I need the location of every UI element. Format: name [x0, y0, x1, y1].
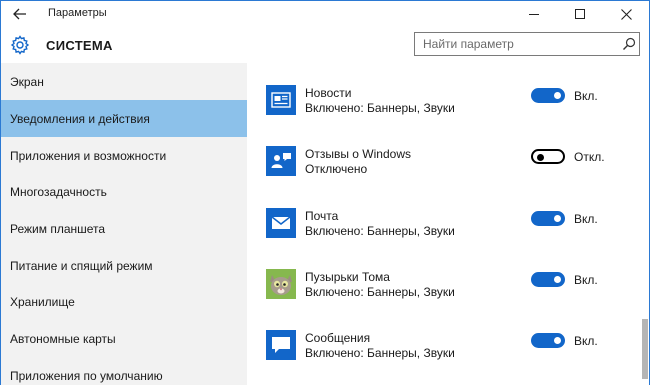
toggle-knob [554, 276, 561, 283]
talking-tom-icon [266, 269, 296, 299]
app-name: Почта [305, 209, 339, 223]
sidebar-item-tablet-mode[interactable]: Режим планшета [1, 210, 247, 247]
app-status: Включено: Баннеры, Звуки [305, 285, 455, 299]
close-icon [620, 8, 632, 20]
app-status: Включено: Баннеры, Звуки [305, 346, 455, 360]
toggle-label: Вкл. [574, 212, 598, 226]
toggle-label: Откл. [574, 150, 605, 164]
sidebar-item-label: Экран [10, 74, 44, 89]
sidebar-item-storage[interactable]: Хранилище [1, 283, 247, 320]
mail-icon [266, 208, 296, 238]
close-button[interactable] [603, 1, 649, 27]
app-name: Отзывы о Windows [305, 147, 411, 161]
messaging-icon [266, 330, 296, 360]
toggle-label: Вкл. [574, 334, 598, 348]
sidebar-item-power-sleep[interactable]: Питание и спящий режим [1, 247, 247, 284]
scrollbar-thumb[interactable] [642, 319, 648, 379]
search-box[interactable] [414, 32, 640, 56]
notification-toggle[interactable] [531, 333, 565, 348]
notification-toggle[interactable] [531, 211, 565, 226]
sidebar-item-label: Уведомления и действия [10, 111, 150, 126]
sidebar-item-notifications[interactable]: Уведомления и действия [1, 100, 247, 137]
toggle-knob [554, 215, 561, 222]
toggle-knob [554, 92, 561, 99]
sidebar-item-label: Многозадачность [10, 184, 107, 199]
app-name: Пузырьки Тома [305, 270, 390, 284]
notification-toggle[interactable] [531, 149, 565, 164]
notification-toggle[interactable] [531, 88, 565, 103]
app-status: Включено: Баннеры, Звуки [305, 101, 455, 115]
maximize-button[interactable] [557, 1, 603, 27]
toggle-label: Вкл. [574, 89, 598, 103]
toggle-knob [537, 153, 544, 161]
feedback-icon [266, 146, 296, 176]
sidebar-item-default-apps[interactable]: Приложения по умолчанию [1, 357, 247, 385]
search-input[interactable] [415, 33, 615, 55]
app-status: Включено: Баннеры, Звуки [305, 224, 455, 238]
list-item: Отзывы о Windows Отключено Откл. [247, 146, 627, 192]
app-status: Отключено [305, 162, 368, 176]
toggle-knob [554, 337, 561, 344]
sidebar-item-label: Режим планшета [10, 221, 106, 236]
sidebar-item-label: Приложения и возможности [10, 148, 167, 163]
app-name: Новости [305, 86, 352, 100]
sidebar-item-offline-maps[interactable]: Автономные карты [1, 320, 247, 357]
app-name: Сообщения [305, 331, 371, 345]
gear-icon [10, 35, 30, 55]
back-arrow-icon [13, 8, 26, 20]
title-bar: Параметры [1, 1, 649, 27]
toggle-label: Вкл. [574, 273, 598, 287]
sidebar-item-label: Хранилище [10, 294, 75, 309]
list-item: Новости Включено: Баннеры, Звуки Вкл. [247, 85, 627, 131]
sidebar-item-multitasking[interactable]: Многозадачность [1, 173, 247, 210]
minimize-button[interactable] [511, 1, 557, 27]
sidebar-item-label: Автономные карты [10, 331, 116, 346]
page-header: СИСТЕМА [1, 27, 649, 63]
content-scrollbar[interactable] [641, 63, 649, 385]
minimize-icon [529, 13, 539, 15]
maximize-icon [575, 9, 585, 19]
sidebar-item-label: Питание и спящий режим [10, 258, 153, 273]
search-icon[interactable] [622, 37, 636, 51]
sidebar-item-apps-features[interactable]: Приложения и возможности [1, 137, 247, 174]
notifications-app-list: Новости Включено: Баннеры, Звуки Вкл. От… [247, 63, 649, 385]
notification-toggle[interactable] [531, 272, 565, 287]
page-title: СИСТЕМА [46, 38, 113, 53]
settings-window: Параметры СИСТЕМА Найти параметр Экран У… [0, 0, 650, 385]
sidebar-item-label: Приложения по умолчанию [10, 368, 163, 383]
list-item: Сообщения Включено: Баннеры, Звуки Вкл. [247, 330, 627, 376]
sidebar: Экран Уведомления и действия Приложения … [1, 63, 247, 385]
sidebar-item-display[interactable]: Экран [1, 63, 247, 100]
window-title: Параметры [48, 7, 107, 19]
list-item: Почта Включено: Баннеры, Звуки Вкл. [247, 208, 627, 254]
news-icon [266, 85, 296, 115]
back-button[interactable] [1, 1, 39, 27]
list-item: Пузырьки Тома Включено: Баннеры, Звуки В… [247, 269, 627, 315]
